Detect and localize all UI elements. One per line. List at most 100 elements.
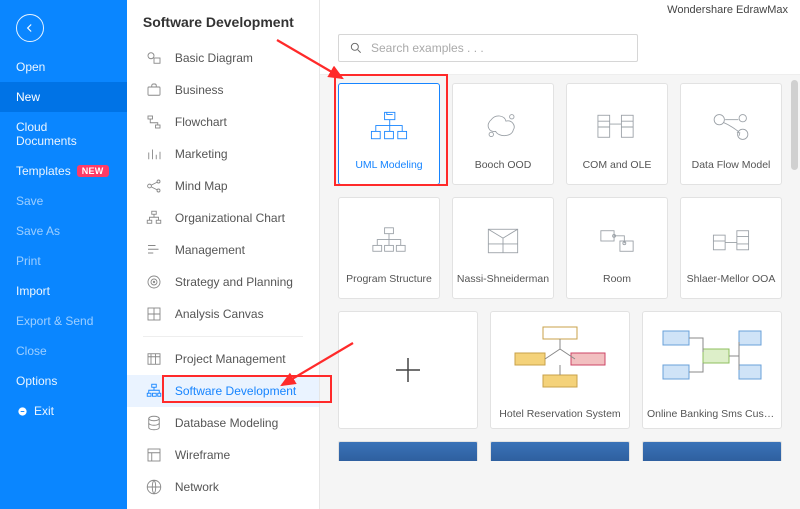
example-card-label: Hotel Reservation System [491,402,629,428]
type-card-label: Data Flow Model [692,160,771,172]
main-area: Wondershare EdrawMax UML Modeling Booch O… [320,0,800,509]
sidebar-item-save-as[interactable]: Save As [0,216,127,246]
category-item-label: Business [175,83,224,97]
sidebar-item-export-send[interactable]: Export & Send [0,306,127,336]
type-card-label: UML Modeling [355,160,422,172]
category-column: Software Development Basic Diagram Busine… [127,0,320,509]
sidebar-item-label: Export & Send [16,314,93,328]
type-card-program-structure[interactable]: Program Structure [338,197,440,299]
brand-label: Wondershare EdrawMax [667,4,788,16]
sidebar-item-label: Close [16,344,47,358]
scrollbar-thumb[interactable] [791,80,798,170]
diagram-type-grid: UML Modeling Booch OOD COM and OLE Data Flo… [338,83,782,299]
sidebar-item-open[interactable]: Open [0,52,127,82]
grid-icon [145,305,163,323]
type-card-nassi-shneiderman[interactable]: Nassi-Shneiderman [452,197,554,299]
example-card-online-banking-sms-customer[interactable]: Online Banking Sms Customer [642,311,782,429]
wire-icon [145,446,163,464]
category-item-business[interactable]: Business [127,74,319,106]
file-menu-sidebar: Open New Cloud Documents Templates NEW Save Sa… [0,0,127,509]
category-item-mind-map[interactable]: Mind Map [127,170,319,202]
category-item-label: Project Management [175,352,286,366]
example-grid: Hotel Reservation System Online Banking S… [338,311,782,429]
category-item-flowchart[interactable]: Flowchart [127,106,319,138]
type-card-uml-modeling[interactable]: UML Modeling [338,83,440,185]
type-card-com-and-ole[interactable]: COM and OLE [566,83,668,185]
sidebar-item-templates[interactable]: Templates NEW [0,156,127,186]
type-card-label: COM and OLE [583,160,652,172]
progstruct-icon [345,208,433,274]
search-box[interactable] [338,34,638,62]
target-icon [145,273,163,291]
category-item-software-development[interactable]: Software Development [127,375,319,407]
example-card-label: Online Banking Sms Customer [643,402,781,428]
back-arrow-icon [23,21,37,35]
comole-icon [573,94,661,160]
sidebar-item-label: Open [16,60,45,74]
category-item-label: Basic Diagram [175,51,253,65]
gantt-icon [145,241,163,259]
sidebar-item-label: Cloud Documents [16,120,111,148]
sidebar-item-import[interactable]: Import [0,276,127,306]
search-icon [349,41,363,55]
plus-icon [339,312,477,428]
category-item-organizational-chart[interactable]: Organizational Chart [127,202,319,234]
sidebar-item-label: Save [16,194,43,208]
sidebar-item-label: Options [16,374,57,388]
dataflow-icon [687,94,775,160]
softdev-icon [145,382,163,400]
category-item-network[interactable]: Network [127,471,319,503]
nassi-icon [459,208,547,274]
category-item-basic-diagram[interactable]: Basic Diagram [127,42,319,74]
example-card-blank[interactable] [338,311,478,429]
category-item-label: Organizational Chart [175,211,285,225]
sidebar-item-label: Print [16,254,41,268]
sidebar-item-print[interactable]: Print [0,246,127,276]
type-card-label: Program Structure [346,274,432,286]
exit-icon [16,405,28,417]
type-card-booch-ood[interactable]: Booch OOD [452,83,554,185]
category-divider [143,336,303,337]
category-item-electrical-engineering[interactable]: Electrical Engineering [127,503,319,509]
shapes-icon [145,49,163,67]
back-button[interactable] [16,14,44,42]
sidebar-item-cloud-documents[interactable]: Cloud Documents [0,112,127,156]
category-item-database-modeling[interactable]: Database Modeling [127,407,319,439]
type-card-data-flow-model[interactable]: Data Flow Model [680,83,782,185]
category-title: Software Development [127,10,319,42]
example-card-hotel-reservation-system[interactable]: Hotel Reservation System [490,311,630,429]
bars-icon [145,145,163,163]
sidebar-item-label: New [16,90,40,104]
sidebar-item-options[interactable]: Options [0,366,127,396]
sidebar-item-new[interactable]: New [0,82,127,112]
shlaer-icon [687,208,775,274]
category-item-wireframe[interactable]: Wireframe [127,439,319,471]
category-item-analysis-canvas[interactable]: Analysis Canvas [127,298,319,330]
category-item-strategy-and-planning[interactable]: Strategy and Planning [127,266,319,298]
category-item-marketing[interactable]: Marketing [127,138,319,170]
uml-icon [345,94,433,160]
sidebar-item-label: Save As [16,224,60,238]
type-card-room[interactable]: Room [566,197,668,299]
sidebar-item-label: Templates [16,164,71,178]
type-card-label: Booch OOD [475,160,532,172]
badge-new: NEW [77,165,109,177]
net-icon [145,478,163,496]
category-item-management[interactable]: Management [127,234,319,266]
flow-icon [145,113,163,131]
search-input[interactable] [371,41,627,55]
content-panel: UML Modeling Booch OOD COM and OLE Data Flo… [320,74,800,509]
category-item-project-management[interactable]: Project Management [127,343,319,375]
sidebar-item-exit[interactable]: Exit [0,396,127,426]
sidebar-item-save[interactable]: Save [0,186,127,216]
category-item-label: Management [175,243,245,257]
org-icon [145,209,163,227]
type-card-shlaer-mellor-ooa[interactable]: Shlaer-Mellor OOA [680,197,782,299]
type-card-label: Room [603,274,631,286]
category-item-label: Network [175,480,219,494]
type-card-label: Nassi-Shneiderman [457,274,549,286]
category-item-label: Wireframe [175,448,230,462]
sidebar-item-close[interactable]: Close [0,336,127,366]
room-icon [573,208,661,274]
booch-icon [459,94,547,160]
